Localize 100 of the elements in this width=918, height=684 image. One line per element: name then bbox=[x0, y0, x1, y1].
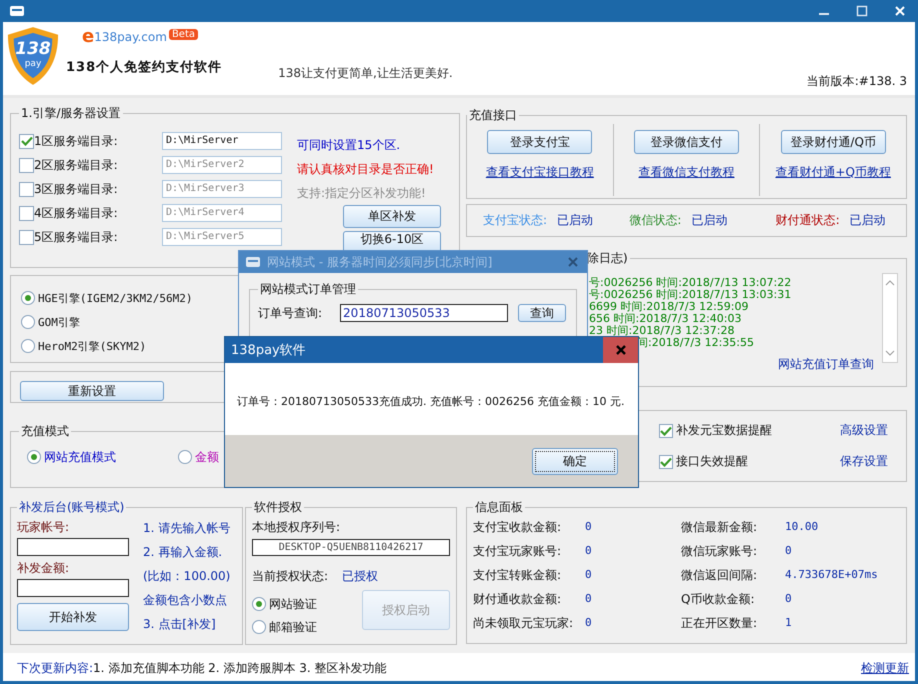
note-text: 可同时设置15个区. bbox=[297, 137, 402, 153]
info-value: 0 bbox=[585, 615, 593, 631]
close-button[interactable] bbox=[603, 337, 638, 363]
order-query-link[interactable]: 网站充值订单查询 bbox=[778, 356, 874, 373]
group-title: 补发后台(账号模式) bbox=[18, 499, 126, 516]
login-button[interactable]: 登录财付通/Q币 bbox=[780, 130, 886, 154]
close-icon[interactable] bbox=[893, 4, 907, 18]
status-label: 支付宝状态: bbox=[483, 212, 548, 229]
checkbox[interactable] bbox=[19, 230, 34, 244]
scroll-up-icon[interactable] bbox=[885, 280, 895, 286]
path-field[interactable]: D:\MirServer3 bbox=[162, 180, 282, 198]
engine-label: HeroM2引擎(SKYM2) bbox=[38, 338, 146, 354]
field-label: 补发金额: bbox=[17, 560, 70, 577]
instruction-text: 1. 请先输入帐号 bbox=[143, 520, 230, 536]
login-button[interactable]: 登录微信支付 bbox=[634, 130, 739, 154]
mode-label: 金额 bbox=[195, 448, 219, 466]
status-value: 已启动 bbox=[850, 212, 886, 229]
tutorial-link[interactable]: 查看支付宝接口教程 bbox=[486, 164, 594, 181]
scroll-down-icon[interactable] bbox=[885, 350, 895, 356]
dialog-title: 138pay软件 bbox=[231, 342, 306, 359]
info-label: 微信返回间隔: bbox=[681, 567, 758, 583]
instruction-text: 金额包含小数点 bbox=[143, 592, 228, 608]
settings-link[interactable]: 高级设置 bbox=[840, 422, 888, 439]
scrollbar[interactable] bbox=[882, 273, 898, 363]
info-label: 正在开区数量: bbox=[681, 615, 758, 631]
group-title: 网站模式订单管理 bbox=[259, 281, 357, 298]
engine-label: HGE引擎(IGEM2/3KM2/56M2) bbox=[38, 290, 192, 306]
radio-button[interactable] bbox=[21, 291, 35, 305]
query-button[interactable]: 查询 bbox=[518, 304, 566, 322]
note-text: 支持:指定分区补发功能! bbox=[297, 185, 426, 201]
checkbox[interactable] bbox=[19, 206, 34, 220]
radio-button[interactable] bbox=[21, 315, 35, 329]
info-value: 1 bbox=[785, 615, 793, 631]
update-label: 下次更新内容: bbox=[17, 660, 94, 676]
checkbox[interactable] bbox=[659, 424, 673, 438]
tutorial-link[interactable]: 查看财付通+Q币教程 bbox=[775, 164, 891, 181]
status-value: 已授权 bbox=[342, 568, 378, 585]
app-name: 138个人免签约支付软件 bbox=[66, 59, 222, 76]
serial-label: 本地授权序列号: bbox=[252, 519, 342, 536]
method-label: 网站验证 bbox=[269, 596, 317, 612]
log-line: 号:0026256 时间:2018/7/13 13:03:31 bbox=[589, 289, 792, 301]
account-input[interactable] bbox=[17, 538, 129, 556]
maximize-icon[interactable] bbox=[855, 4, 869, 18]
close-icon[interactable] bbox=[614, 344, 626, 356]
path-field[interactable]: D:\MirServer2 bbox=[162, 156, 282, 174]
login-button[interactable]: 登录支付宝 bbox=[487, 130, 592, 154]
radio-button[interactable] bbox=[27, 450, 41, 464]
message-text: 订单号：20180713050533充值成功. 充值帐号：0026256 充值金额：10 元. bbox=[237, 394, 624, 409]
group-title: 充值模式 bbox=[20, 423, 70, 440]
info-label: 支付宝收款金额: bbox=[473, 519, 562, 535]
instruction-text: (比如：100.00) bbox=[143, 568, 230, 584]
window-icon bbox=[9, 5, 25, 17]
engine-label: GOM引擎 bbox=[38, 314, 80, 330]
radio-button[interactable] bbox=[252, 620, 266, 634]
serial-field[interactable]: DESKTOP-Q5UENB8110426217 bbox=[252, 539, 450, 556]
path-field[interactable]: D:\MirServer5 bbox=[162, 228, 282, 246]
option-label: 补发元宝数据提醒 bbox=[676, 422, 773, 439]
reset-button[interactable]: 重新设置 bbox=[20, 381, 164, 401]
logo-number: 138 bbox=[15, 39, 51, 59]
info-value: 0 bbox=[785, 543, 793, 559]
radio-button[interactable] bbox=[178, 450, 192, 464]
checkbox[interactable] bbox=[19, 134, 34, 148]
method-label: 邮箱验证 bbox=[269, 618, 317, 636]
ok-button[interactable]: 确定 bbox=[532, 448, 618, 474]
group-title: 软件授权 bbox=[253, 499, 303, 516]
settings-link[interactable]: 保存设置 bbox=[840, 453, 888, 470]
note-text: 请认真核对目录是否正确! bbox=[297, 161, 434, 177]
info-label: Q币收款金额: bbox=[681, 591, 756, 607]
info-label: 财付通收款金额: bbox=[473, 591, 562, 607]
group-title: 1.引擎/服务器设置 bbox=[20, 105, 122, 122]
path-field[interactable]: D:\MirServer4 bbox=[162, 204, 282, 222]
info-label: 支付宝玩家账号: bbox=[473, 543, 562, 559]
server-label: 3区服务端目录: bbox=[34, 180, 119, 198]
status-value: 已启动 bbox=[557, 212, 594, 229]
mode-label: 网站充值模式 bbox=[44, 448, 116, 466]
start-button[interactable]: 开始补发 bbox=[17, 603, 129, 631]
dialog-title: 网站模式 - 服务器时间必须同步[北京时间] bbox=[267, 254, 492, 270]
instruction-text: 3. 点击[补发] bbox=[143, 616, 217, 632]
checkbox[interactable] bbox=[19, 182, 34, 196]
info-value: 0 bbox=[785, 591, 793, 607]
checkbox[interactable] bbox=[659, 454, 673, 468]
info-label: 微信最新金额: bbox=[681, 519, 758, 535]
info-value: 10.00 bbox=[785, 519, 820, 535]
path-field[interactable]: D:\MirServer bbox=[162, 132, 282, 150]
server-label: 5区服务端目录: bbox=[34, 228, 119, 246]
beta-badge: Beta bbox=[168, 28, 198, 40]
radio-button[interactable] bbox=[252, 597, 266, 611]
info-value: 4.733678E+07ms bbox=[785, 567, 879, 583]
amount-input[interactable] bbox=[17, 579, 129, 597]
tutorial-link[interactable]: 查看微信支付教程 bbox=[638, 164, 734, 181]
radio-button[interactable] bbox=[21, 339, 35, 353]
site-name: 138pay.com bbox=[94, 30, 167, 44]
status-label: 当前授权状态: bbox=[252, 568, 328, 585]
field-label: 玩家帐号: bbox=[17, 519, 70, 536]
status-label: 微信状态: bbox=[629, 212, 682, 229]
check-update-link[interactable]: 检测更新 bbox=[861, 660, 909, 676]
checkbox[interactable] bbox=[19, 158, 34, 172]
order-number-field[interactable]: 20180713050533 bbox=[340, 304, 508, 322]
zone-button[interactable]: 单区补发 bbox=[343, 205, 441, 228]
log-line: 号:0026256 时间:2018/7/13 13:07:22 bbox=[589, 277, 792, 289]
